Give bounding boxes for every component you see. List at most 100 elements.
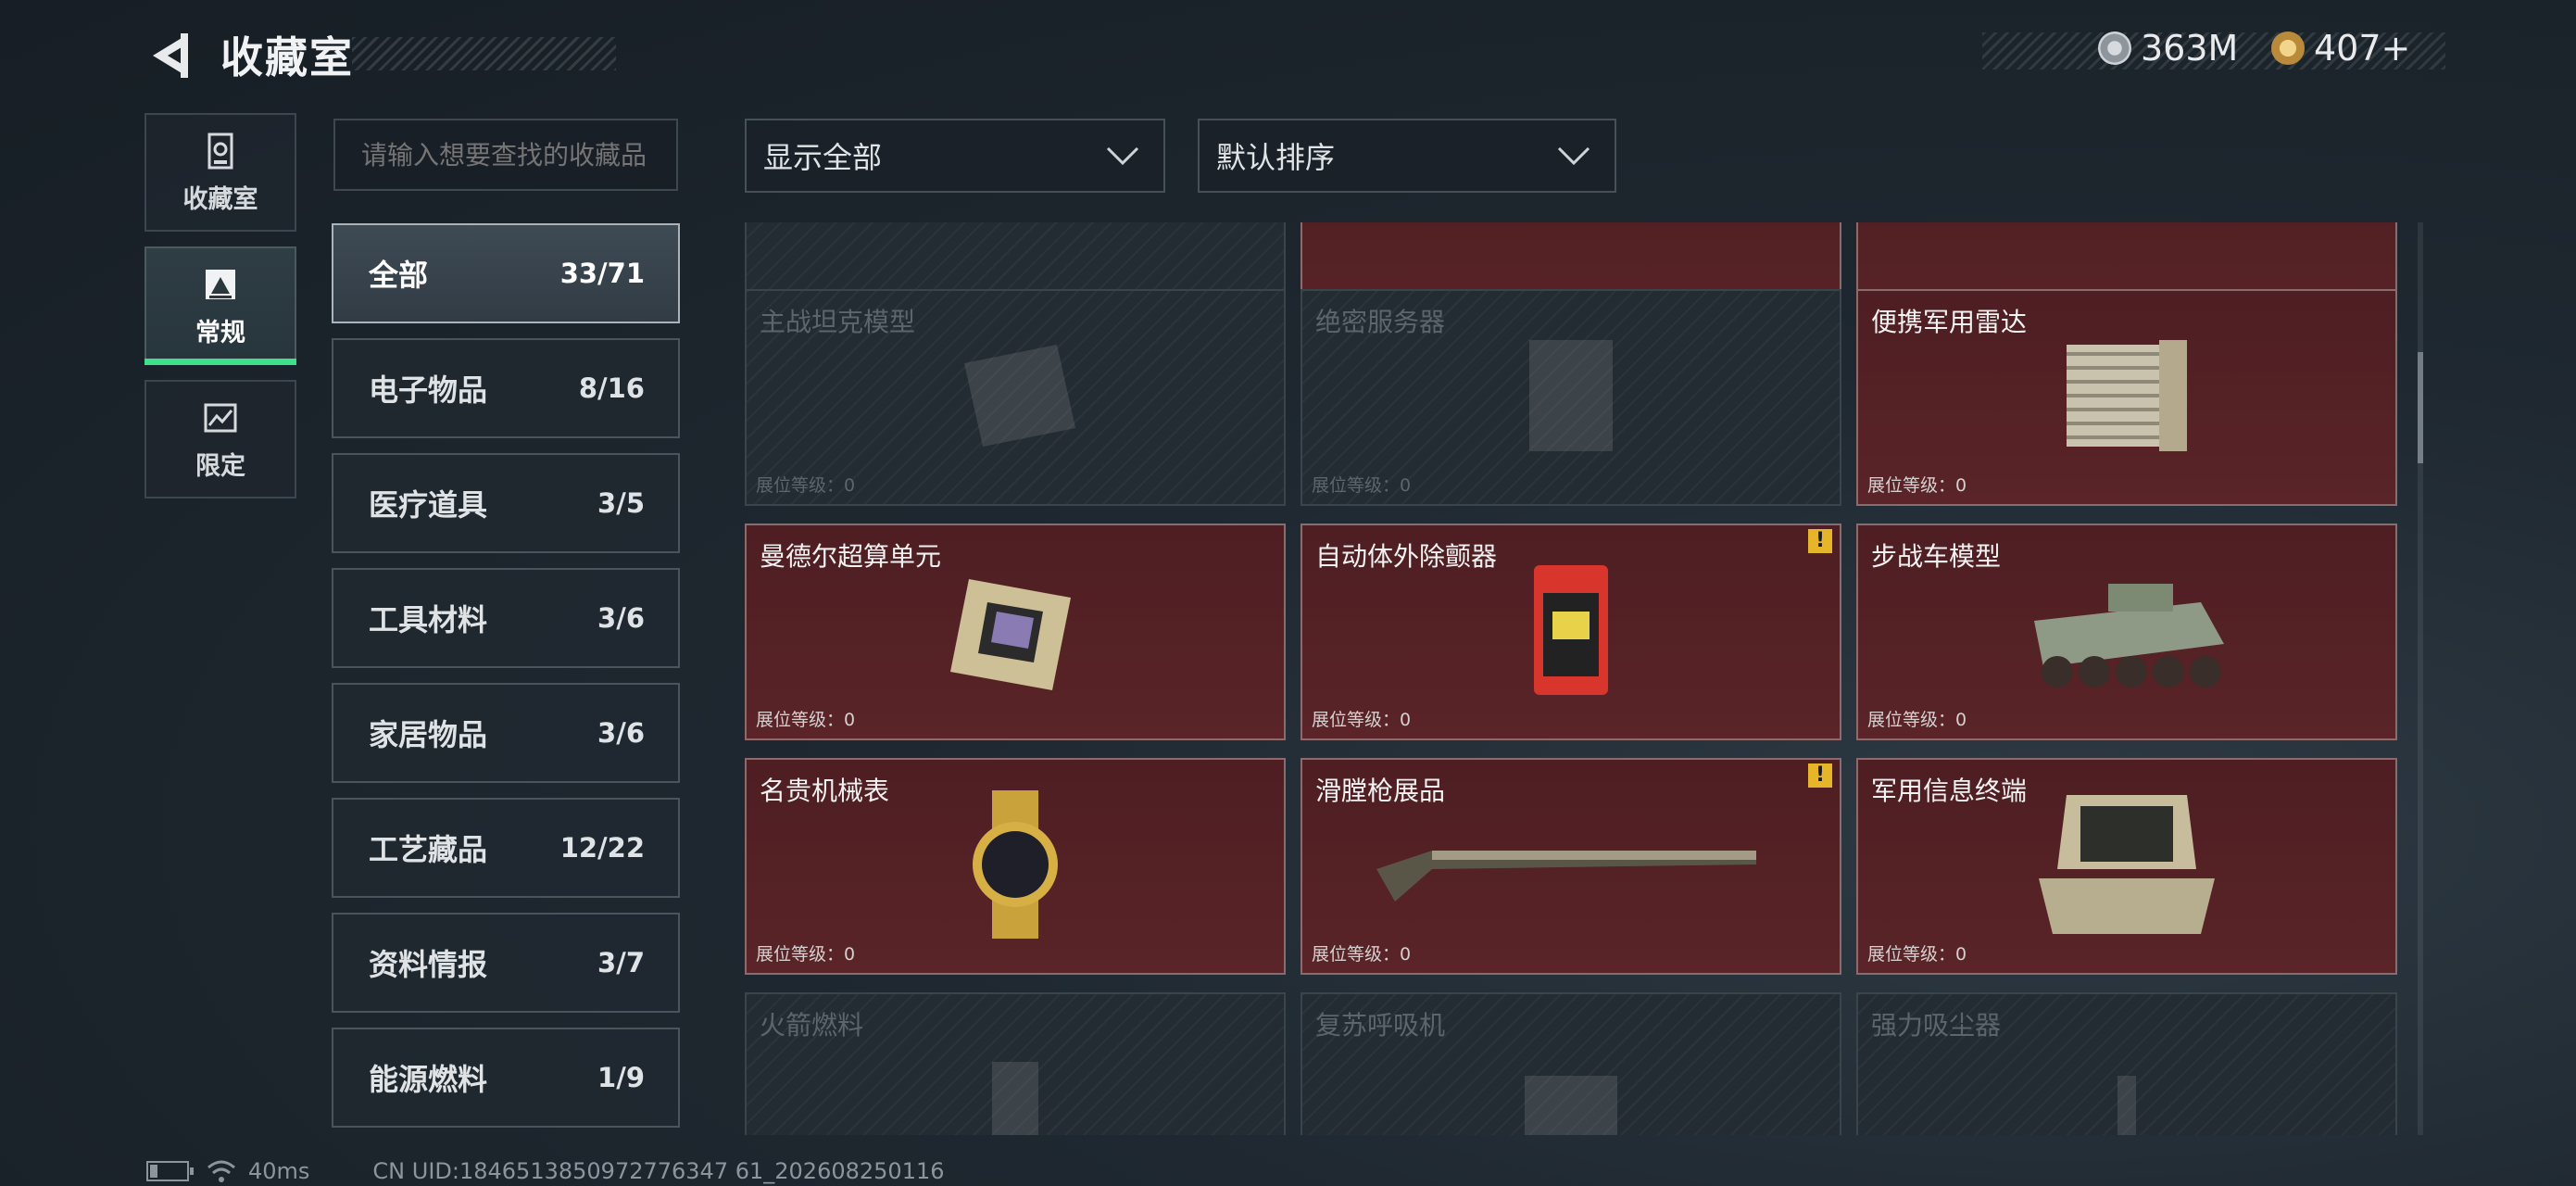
item-level: 展位等级：0 — [756, 475, 856, 496]
category-name: 电子物品 — [369, 372, 488, 408]
collection-card[interactable]: 火箭燃料 — [745, 992, 1286, 1135]
item-image — [2048, 326, 2205, 469]
item-name: 主战坦克模型 — [760, 307, 916, 337]
category-name: 工具材料 — [369, 602, 488, 637]
item-name: 滑膛枪展品 — [1315, 776, 1446, 806]
category-count: 33/71 — [559, 258, 645, 289]
category-count: 8/16 — [578, 372, 645, 404]
item-level: 展位等级：0 — [1867, 710, 1967, 730]
silver-coin-icon — [2098, 32, 2131, 65]
category-crafts[interactable]: 工艺藏品 12/22 — [332, 798, 680, 898]
sort-dropdown[interactable]: 默认排序 — [1198, 119, 1616, 193]
back-arrow-icon — [153, 33, 188, 78]
item-level: 展位等级：0 — [1312, 944, 1412, 965]
collection-card[interactable]: 复苏呼吸机 — [1301, 992, 1841, 1135]
item-level: 展位等级：0 — [756, 710, 856, 730]
category-count: 12/22 — [559, 832, 645, 864]
item-name: 名贵机械表 — [760, 776, 890, 806]
scrollbar-thumb[interactable] — [2418, 352, 2423, 463]
nav-label: 常规 — [195, 318, 245, 347]
title-decoration — [352, 37, 616, 70]
item-name: 军用信息终端 — [1871, 776, 2028, 806]
item-name: 复苏呼吸机 — [1315, 1010, 1446, 1041]
category-count: 3/5 — [597, 487, 645, 519]
side-nav: 收藏室 常规 限定 — [145, 113, 296, 513]
category-intel[interactable]: 资料情报 3/7 — [332, 913, 680, 1013]
category-count: 1/9 — [597, 1062, 645, 1093]
item-image — [974, 1043, 1057, 1135]
item-name: 便携军用雷达 — [1871, 307, 2028, 337]
warning-icon: ! — [1808, 529, 1832, 553]
wifi-icon — [207, 1160, 235, 1182]
collection-card[interactable]: 绝密服务器 展位等级：0 — [1301, 289, 1841, 506]
collection-card[interactable]: 主战坦克模型展位等级：0 — [745, 289, 1286, 506]
chevron-down-icon — [1557, 146, 1590, 166]
item-image — [955, 790, 1075, 942]
item-level: 展位等级：0 — [756, 944, 856, 965]
item-image — [1376, 814, 1766, 919]
category-list: 全部 33/71 电子物品 8/16 医疗道具 3/5 工具材料 3/6 家居物… — [332, 223, 680, 1142]
category-name: 家居物品 — [369, 717, 488, 752]
category-count: 3/6 — [597, 602, 645, 634]
category-electronics[interactable]: 电子物品 8/16 — [332, 338, 680, 438]
nav-label: 收藏室 — [182, 184, 258, 214]
collection-card[interactable]: 军用信息终端展位等级：0 — [1856, 758, 2397, 975]
category-name: 资料情报 — [369, 947, 488, 982]
item-grid: 展位等级：0展位等级：0展位等级：0主战坦克模型展位等级：0绝密服务器展位等级：… — [741, 222, 2408, 1135]
item-image — [1515, 1048, 1627, 1135]
item-name: 强力吸尘器 — [1871, 1010, 2002, 1041]
item-name: 自动体外除颤器 — [1315, 541, 1498, 572]
category-household[interactable]: 家居物品 3/6 — [332, 683, 680, 783]
display-filter-label: 显示全部 — [763, 140, 883, 175]
collection-card[interactable]: 曼德尔超算单元展位等级：0 — [745, 524, 1286, 740]
category-tools[interactable]: 工具材料 3/6 — [332, 568, 680, 668]
collection-card[interactable]: 便携军用雷达展位等级：0 — [1856, 289, 2397, 506]
sort-label: 默认排序 — [1216, 140, 1336, 175]
grid-scrollbar[interactable] — [2418, 222, 2423, 1135]
battery-icon — [146, 1161, 194, 1181]
item-level: 展位等级：0 — [1867, 475, 1967, 496]
search-input[interactable] — [333, 119, 678, 191]
collection-card[interactable]: 滑膛枪展品展位等级：0! — [1301, 758, 1841, 975]
category-count: 3/7 — [597, 947, 645, 978]
item-image — [2029, 786, 2224, 947]
item-name: 步战车模型 — [1871, 541, 2002, 572]
limited-icon — [204, 403, 237, 432]
user-uid: CN UID:1846513850972776347 61_2026082501… — [372, 1158, 945, 1184]
nav-item-limited[interactable]: 限定 — [145, 380, 296, 498]
category-medical[interactable]: 医疗道具 3/5 — [332, 453, 680, 553]
item-image — [2016, 556, 2238, 708]
back-button[interactable] — [144, 28, 199, 83]
item-level: 展位等级：0 — [1312, 475, 1412, 496]
item-level: 展位等级：0 — [1867, 944, 1967, 965]
category-count: 3/6 — [597, 717, 645, 749]
nav-item-collection-room[interactable]: 收藏室 — [145, 113, 296, 232]
collection-card[interactable]: 强力吸尘器 — [1856, 992, 2397, 1135]
collection-card[interactable]: 自动体外除颤器展位等级：0! — [1301, 524, 1841, 740]
item-level: 展位等级：0 — [1312, 710, 1412, 730]
collection-card[interactable]: 步战车模型展位等级：0 — [1856, 524, 2397, 740]
category-name: 医疗道具 — [369, 487, 488, 523]
chevron-down-icon — [1106, 146, 1139, 166]
gold-currency-value: 407+ — [2314, 28, 2411, 69]
item-image — [932, 561, 1099, 703]
category-name: 全部 — [369, 258, 429, 293]
category-all[interactable]: 全部 33/71 — [332, 223, 680, 323]
item-image — [1515, 556, 1627, 708]
item-name: 曼德尔超算单元 — [760, 541, 942, 572]
item-name: 火箭燃料 — [760, 1010, 864, 1041]
nav-item-regular[interactable]: 常规 — [145, 246, 296, 365]
regular-icon — [206, 269, 235, 299]
item-image — [2099, 1048, 2155, 1135]
category-fuel[interactable]: 能源燃料 1/9 — [332, 1028, 680, 1128]
silver-currency[interactable]: 363M — [2098, 28, 2238, 69]
gold-currency[interactable]: 407+ — [2271, 28, 2410, 69]
gold-coin-icon — [2271, 32, 2305, 65]
category-name: 能源燃料 — [369, 1062, 488, 1097]
item-image — [1502, 331, 1640, 464]
warning-icon: ! — [1808, 763, 1832, 788]
display-filter-dropdown[interactable]: 显示全部 — [745, 119, 1165, 193]
collection-card[interactable]: 名贵机械表展位等级：0 — [745, 758, 1286, 975]
silver-currency-value: 363M — [2141, 28, 2239, 69]
page-title: 收藏室 — [220, 32, 354, 82]
